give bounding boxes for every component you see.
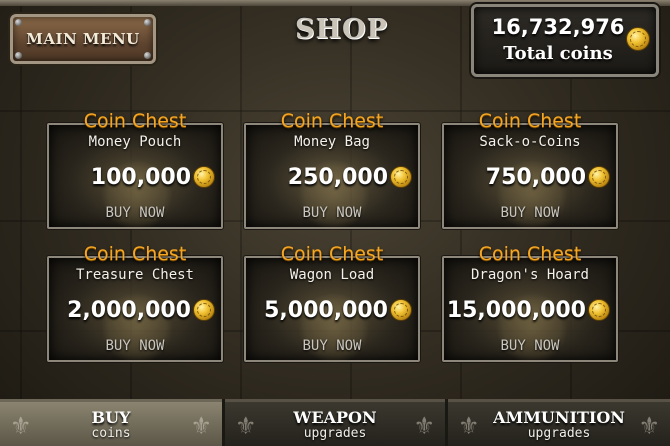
chest-price-value: 2,000,000 [67, 297, 191, 323]
chest-card-treasure-chest[interactable]: Coin Chest Treasure Chest 2,000,000 BUY … [47, 243, 223, 364]
chest-price-value: 15,000,000 [446, 297, 586, 323]
main-menu-button[interactable]: MAIN MENU [10, 14, 156, 64]
gold-coin-icon [390, 166, 412, 188]
total-coins-label: Total coins [503, 43, 613, 64]
chest-name: Wagon Load [289, 267, 375, 283]
rivet-icon [144, 19, 151, 26]
chest-price-value: 5,000,000 [264, 297, 388, 323]
chest-price-value: 100,000 [90, 164, 191, 190]
tab-title: WEAPON [293, 408, 377, 427]
chest-card-wagon-load[interactable]: Coin Chest Wagon Load 5,000,000 BUY NOW [244, 243, 420, 364]
tab-subtitle: upgrades [303, 426, 367, 441]
gold-coin-icon [390, 299, 412, 321]
tab-subtitle: upgrades [527, 426, 591, 441]
gold-coin-icon [588, 166, 610, 188]
rivet-icon [15, 19, 22, 26]
chest-card-sack-o-coins[interactable]: Coin Chest Sack-o-Coins 750,000 BUY NOW [442, 110, 618, 231]
chest-price: 5,000,000 [264, 296, 412, 324]
chest-type-label: Coin Chest [280, 110, 384, 132]
chest-name: Money Pouch [88, 134, 182, 150]
buy-now-button[interactable]: BUY NOW [246, 338, 418, 354]
chest-type-label: Coin Chest [280, 243, 384, 265]
tab-subtitle: coins [91, 426, 131, 441]
buy-now-button[interactable]: BUY NOW [49, 205, 221, 221]
gold-coin-icon [193, 299, 215, 321]
chest-type-label: Coin Chest [83, 243, 187, 265]
chest-name: Treasure Chest [75, 267, 194, 283]
buy-now-button[interactable]: BUY NOW [246, 205, 418, 221]
buy-now-button[interactable]: BUY NOW [444, 338, 616, 354]
total-coins-value: 16,732,976 [491, 15, 625, 39]
chest-type-label: Coin Chest [478, 243, 582, 265]
gold-coin-icon [588, 299, 610, 321]
chest-price: 250,000 [288, 163, 412, 191]
chest-price-value: 250,000 [287, 164, 388, 190]
page-title: SHOP [295, 14, 388, 45]
chest-card-money-bag[interactable]: Coin Chest Money Bag 250,000 BUY NOW [244, 110, 420, 231]
main-menu-label: MAIN MENU [26, 30, 140, 48]
total-coins-panel: 16,732,976 Total coins [471, 4, 659, 77]
chest-card-dragons-hoard[interactable]: Coin Chest Dragon's Hoard 15,000,000 BUY… [442, 243, 618, 364]
tab-title: BUY [91, 408, 131, 427]
chest-name: Money Bag [294, 134, 370, 150]
tab-weapon-upgrades[interactable]: ⚜ ⚜ WEAPON upgrades [225, 399, 445, 446]
chest-price: 750,000 [486, 163, 610, 191]
tab-title: AMMUNITION [493, 408, 625, 427]
chest-name: Sack-o-Coins [479, 134, 581, 150]
rivet-icon [15, 52, 22, 59]
chest-card-money-pouch[interactable]: Coin Chest Money Pouch 100,000 BUY NOW [47, 110, 223, 231]
buy-now-button[interactable]: BUY NOW [49, 338, 221, 354]
chest-price: 100,000 [91, 163, 215, 191]
buy-now-button[interactable]: BUY NOW [444, 205, 616, 221]
gold-coin-icon [626, 27, 650, 51]
chest-price: 2,000,000 [67, 296, 215, 324]
chest-price: 15,000,000 [447, 296, 610, 324]
chest-type-label: Coin Chest [478, 110, 582, 132]
rivet-icon [144, 52, 151, 59]
chest-type-label: Coin Chest [83, 110, 187, 132]
chest-name: Dragon's Hoard [470, 267, 589, 283]
gold-coin-icon [193, 166, 215, 188]
tab-buy-coins[interactable]: ⚜ ⚜ BUY coins [0, 399, 222, 446]
chest-price-value: 750,000 [485, 164, 586, 190]
tab-ammunition-upgrades[interactable]: ⚜ ⚜ AMMUNITION upgrades [448, 399, 670, 446]
